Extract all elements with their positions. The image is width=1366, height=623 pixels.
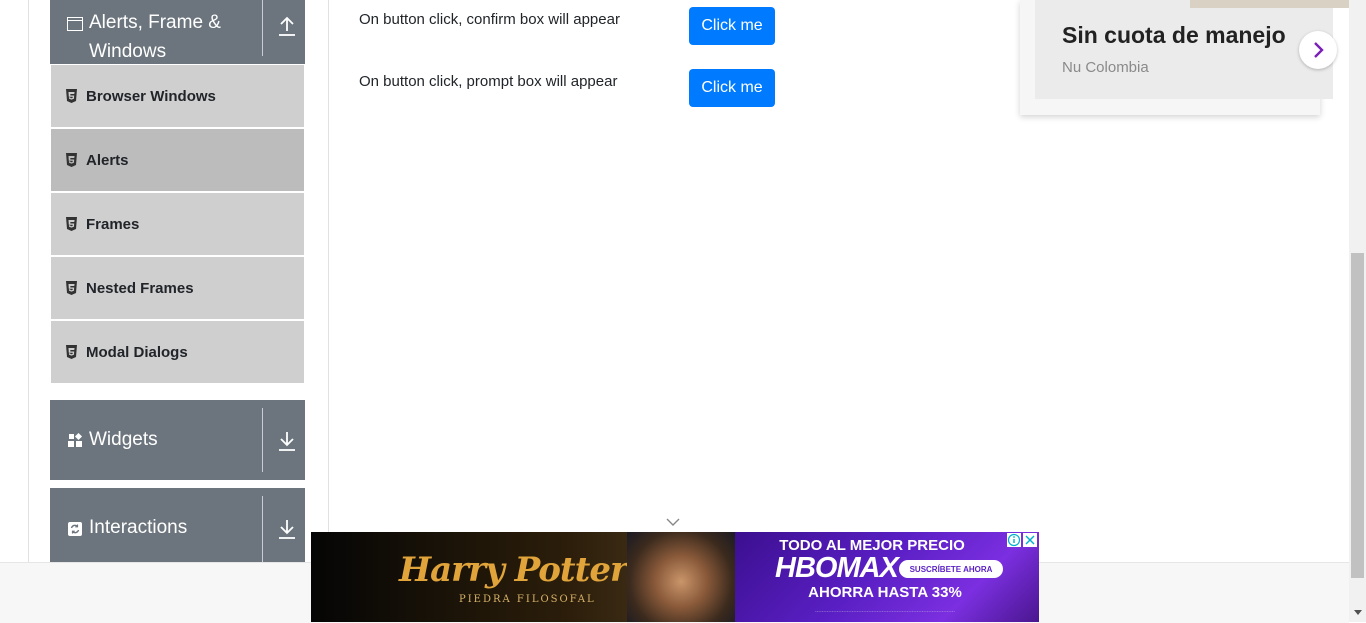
chevron-right-icon: [1314, 42, 1324, 58]
sidebar-item-label: Modal Dialogs: [86, 343, 188, 361]
group-label: Interactions: [89, 517, 188, 538]
confirm-click-button[interactable]: Click me: [689, 7, 775, 45]
sidebar-item-browser-windows[interactable]: Browser Windows: [51, 65, 304, 127]
scroll-down-arrow-icon[interactable]: [1352, 606, 1364, 618]
group-separator: [262, 0, 263, 56]
confirm-alert-text: On button click, confirm box will appear: [359, 11, 620, 28]
harry-potter-ad-section: Harry Potter PIEDRA FILOSOFAL: [311, 532, 735, 622]
hbomax-ad-section: TODO AL MEJOR PRECIO HBOMAX SUSCRÍBETE A…: [735, 532, 1039, 622]
html5-icon: [66, 345, 77, 359]
group-separator: [262, 496, 263, 562]
html5-icon: [66, 281, 77, 295]
group-label-line2: Windows: [89, 41, 167, 62]
interactions-icon: [68, 522, 82, 536]
sidebar-item-label: Browser Windows: [86, 87, 216, 105]
group-header-widgets[interactable]: Widgets: [50, 400, 305, 480]
hbomax-fine-print: …………………………………………………………………………: [815, 608, 955, 614]
ad-arrow-button[interactable]: [1299, 31, 1337, 69]
hbomax-discount: AHORRA HASTA 33%: [808, 584, 962, 601]
html5-icon: [66, 89, 77, 103]
bottom-banner-ad[interactable]: Harry Potter PIEDRA FILOSOFAL TODO AL ME…: [311, 532, 1039, 622]
sidebar-item-label: Alerts: [86, 151, 129, 169]
html5-icon: [66, 217, 77, 231]
hp-subtitle: PIEDRA FILOSOFAL: [459, 594, 596, 605]
ad-image: [1190, 0, 1350, 8]
group-header-alerts-frame-windows[interactable]: Alerts, Frame & Windows: [50, 0, 305, 64]
window-icon: [67, 17, 83, 31]
close-icon[interactable]: [1023, 533, 1037, 547]
sidebar-left-divider: [28, 0, 29, 562]
hbomax-subscribe-button[interactable]: SUSCRÍBETE AHORA: [899, 560, 1003, 578]
sidebar-item-label: Frames: [86, 215, 140, 233]
scrollbar-thumb[interactable]: [1351, 253, 1364, 578]
hp-title: Harry Potter: [399, 550, 628, 590]
upload-arrow-icon[interactable]: [276, 15, 298, 37]
group-label-line1: Alerts, Frame &: [89, 12, 221, 33]
sidebar-item-frames[interactable]: Frames: [51, 193, 304, 255]
group-header-interactions[interactable]: Interactions: [50, 488, 305, 562]
content-divider: [328, 0, 329, 562]
widgets-icon: [68, 433, 83, 447]
ad-choices-icon[interactable]: [1007, 533, 1021, 547]
sidebar-item-label: Nested Frames: [86, 279, 194, 297]
download-arrow-icon[interactable]: [276, 518, 298, 540]
ad-title: Sin cuota de manejo: [1062, 22, 1286, 48]
sidebar-item-nested-frames[interactable]: Nested Frames: [51, 257, 304, 319]
group-label: Widgets: [89, 429, 158, 450]
movie-poster-image: [627, 532, 735, 622]
sidebar-item-modal-dialogs[interactable]: Modal Dialogs: [51, 321, 304, 383]
group-separator: [262, 408, 263, 472]
prompt-alert-text: On button click, prompt box will appear: [359, 73, 618, 90]
nu-colombia-ad[interactable]: Sin cuota de manejo Nu Colombia: [1020, 0, 1350, 115]
hbomax-logo: HBOMAX: [775, 552, 899, 584]
html5-icon: [66, 153, 77, 167]
chevron-down-icon[interactable]: [664, 516, 682, 528]
download-arrow-icon[interactable]: [276, 430, 298, 452]
sidebar-item-alerts[interactable]: Alerts: [51, 129, 304, 191]
ad-subtitle: Nu Colombia: [1062, 59, 1149, 76]
prompt-click-button[interactable]: Click me: [689, 69, 775, 107]
ad-inner-panel: Sin cuota de manejo Nu Colombia: [1035, 0, 1350, 99]
